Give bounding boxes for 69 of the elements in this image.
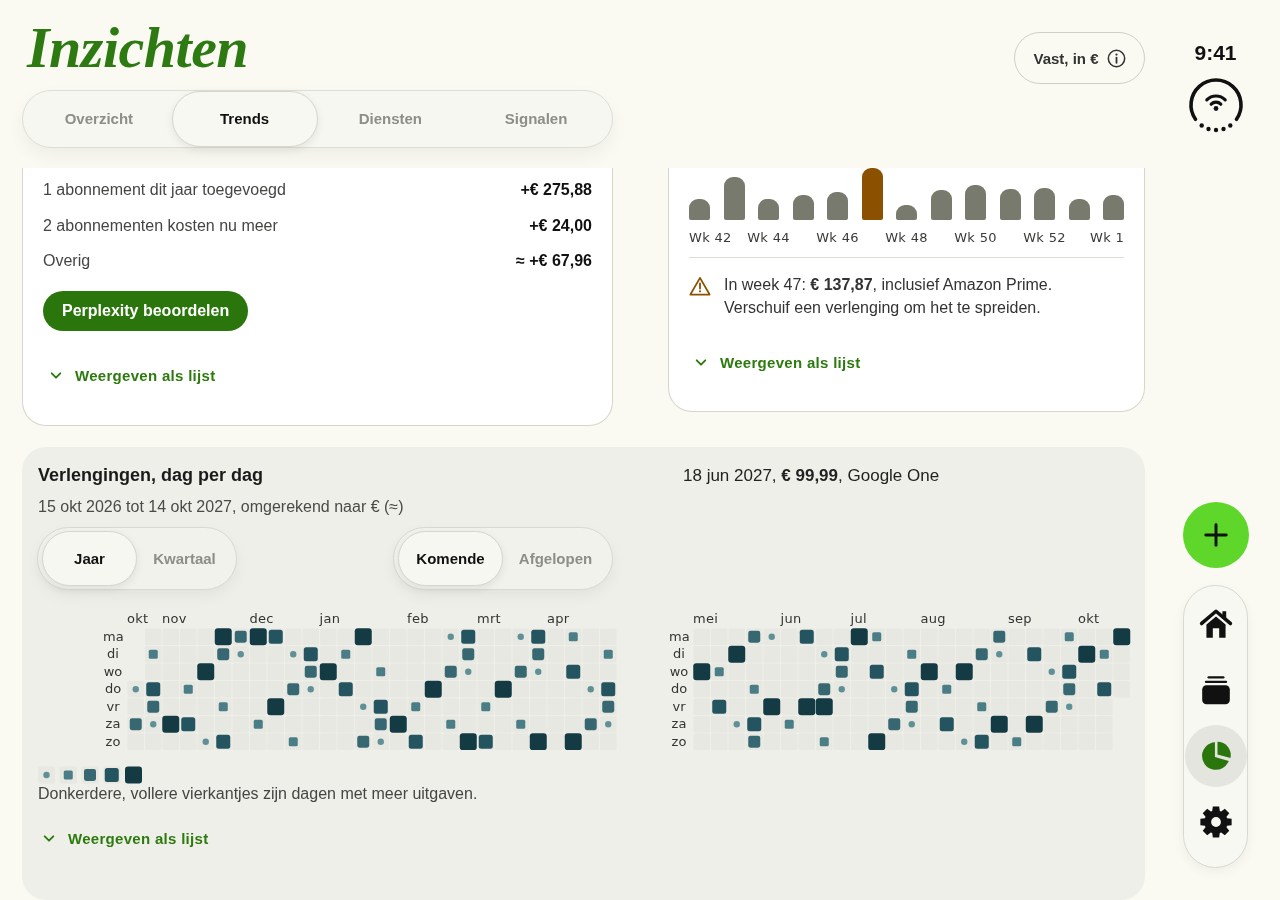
weekday-label: zo <box>670 732 688 750</box>
weekday-label: di <box>672 645 686 663</box>
month-label: mei <box>693 609 719 628</box>
tab[interactable]: Trends <box>171 90 318 147</box>
chevron-down-icon <box>43 833 55 843</box>
tab[interactable]: Signalen <box>463 90 609 147</box>
chevron-down-icon <box>695 358 707 367</box>
month-label: dec <box>249 609 274 628</box>
month-label: aug <box>920 609 946 628</box>
weekday-label: wo <box>103 662 123 680</box>
month-label: jul <box>850 609 867 628</box>
toggle-option[interactable]: Komende <box>398 530 503 586</box>
week-label: Wk 48 <box>885 229 928 246</box>
weekday-label: ma <box>669 627 689 645</box>
week-label: Wk 42 <box>689 229 732 246</box>
weekday-label: di <box>106 645 120 663</box>
home-icon <box>1198 607 1233 641</box>
page-title: Inzichten <box>27 14 249 82</box>
warning-text: In week 47: € 137,87, inclusief Amazon Prime. Verschuif een verlenging om het te spreiden. <box>724 274 1054 318</box>
wifi-ring-icon <box>1187 77 1244 133</box>
month-label: jan <box>319 609 341 628</box>
panel-title: Verlengingen, dag per dag <box>38 465 265 486</box>
month-label: mrt <box>477 609 501 628</box>
month-label: okt <box>127 609 149 628</box>
tab[interactable]: Diensten <box>317 90 464 147</box>
weekday-label: wo <box>669 662 689 680</box>
weekday-label: do <box>103 680 123 698</box>
weekday-label: za <box>104 715 122 733</box>
panel-subtitle: 15 okt 2026 tot 14 okt 2027, omgerekend naar € (≈) <box>38 496 404 517</box>
month-label: okt <box>1078 609 1100 628</box>
list-view-link[interactable]: Weergeven als lijst <box>43 363 216 387</box>
plus-icon <box>1202 522 1229 548</box>
change-label: Overig <box>43 252 91 271</box>
week-label: Wk 52 <box>1023 229 1066 246</box>
legend-text: Donkerdere, vollere vierkantjes zijn dagen met meer uitgaven. <box>38 784 478 804</box>
selected-day-text: 18 jun 2027, € 99,99, Google One <box>683 465 940 486</box>
toggle-option[interactable]: Afgelopen <box>503 530 608 586</box>
week-label: Wk 50 <box>954 229 997 246</box>
warning-icon <box>689 275 711 296</box>
weekday-label: do <box>669 680 689 698</box>
currency-button[interactable]: Vast, in € <box>1014 32 1145 84</box>
chevron-down-icon <box>50 370 62 380</box>
week-label: Wk 46 <box>816 229 859 246</box>
change-label: 1 abonnement dit jaar toegevoegd <box>43 181 286 200</box>
weekday-label: za <box>670 715 688 733</box>
weekday-label: vr <box>105 697 121 715</box>
list-view-link[interactable]: Weergeven als lijst <box>689 350 861 375</box>
weekday-label: zo <box>104 732 122 750</box>
month-label: feb <box>407 609 429 628</box>
review-button[interactable]: Perplexity beoordelen <box>43 291 249 331</box>
list-view-link[interactable]: Weergeven als lijst <box>38 826 209 850</box>
weekday-label: vr <box>671 697 687 715</box>
month-label: nov <box>162 609 187 628</box>
change-amount: ≈ +€ 67,96 <box>516 252 592 271</box>
month-label: apr <box>547 609 570 628</box>
week-label: Wk 44 <box>747 229 790 246</box>
info-icon <box>1106 48 1126 68</box>
status-time: 9:41 <box>1194 42 1237 64</box>
month-label: sep <box>1008 609 1032 628</box>
weekday-label: ma <box>103 627 123 645</box>
toggle-option[interactable]: Kwartaal <box>137 530 232 586</box>
change-amount: +€ 275,88 <box>520 181 592 200</box>
settings-icon <box>1198 805 1233 839</box>
tab[interactable]: Overzicht <box>26 90 172 147</box>
change-amount: +€ 24,00 <box>529 216 592 235</box>
week-label: Wk 1 <box>1090 229 1124 246</box>
toggle-option[interactable]: Jaar <box>42 530 137 586</box>
month-label: jun <box>780 609 802 628</box>
change-label: 2 abonnementen kosten nu meer <box>43 216 278 235</box>
